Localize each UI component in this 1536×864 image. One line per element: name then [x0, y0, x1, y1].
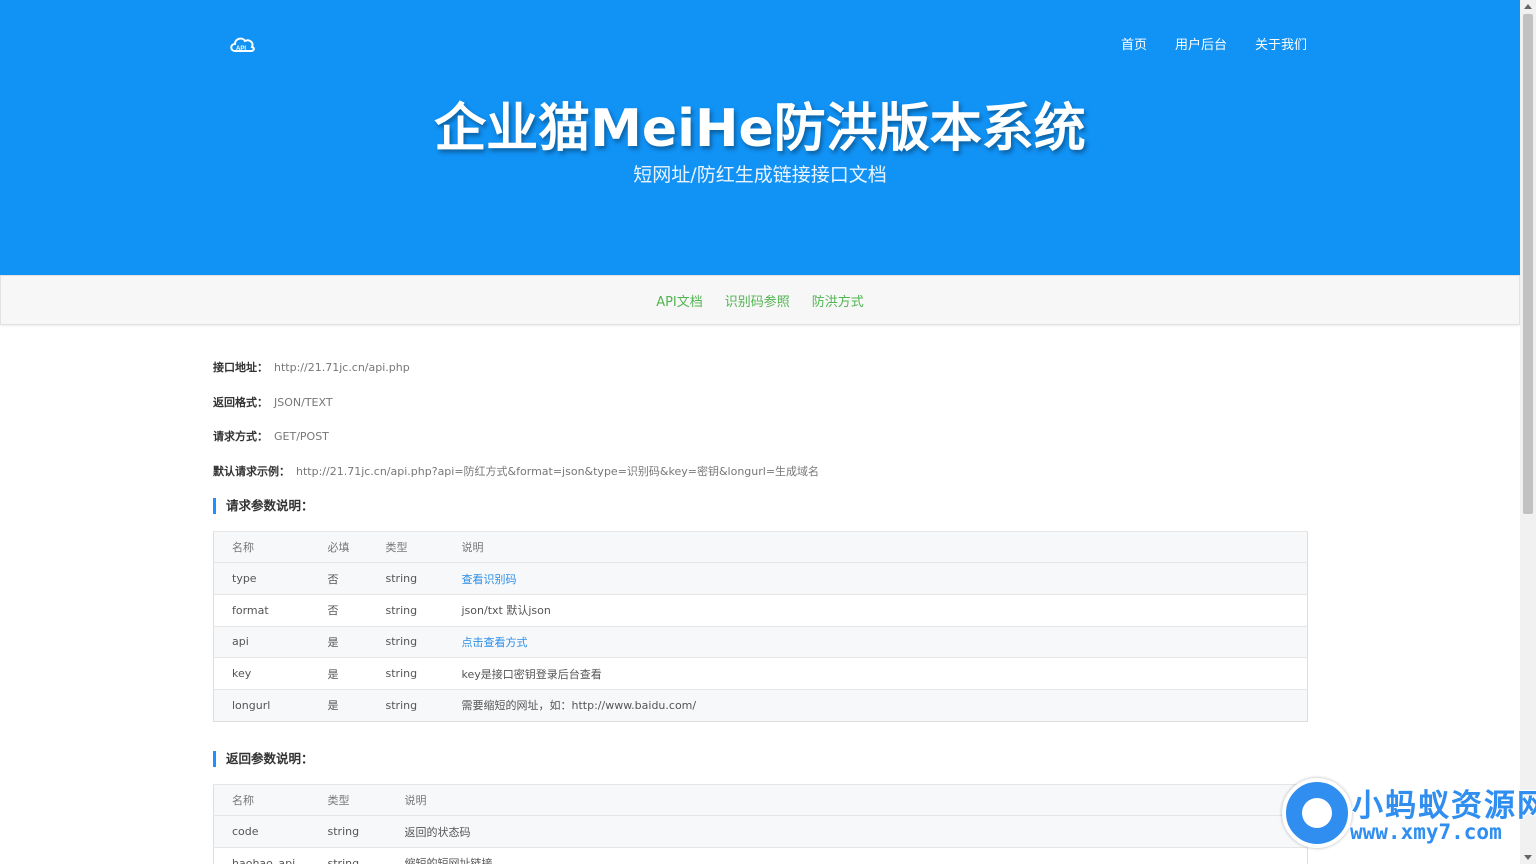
- request-params-table: 名称 必填 类型 说明 type 否 string 查看识别码 format 否…: [213, 530, 1308, 722]
- info-endpoint: 接口地址： http://21.71jc.cn/api.php: [213, 361, 410, 374]
- table-row: api 是 string 点击查看方式: [213, 625, 1308, 658]
- table-row: type 否 string 查看识别码: [213, 562, 1308, 595]
- table-row: code string 返回的状态码: [213, 815, 1308, 848]
- vertical-scrollbar[interactable]: [1520, 0, 1536, 864]
- watermark-logo-icon: [1282, 778, 1352, 848]
- nav-user-dashboard-link[interactable]: 用户后台: [1175, 34, 1227, 53]
- nav-about-link[interactable]: 关于我们: [1255, 34, 1307, 53]
- subnav-api-docs[interactable]: API文档: [656, 291, 703, 310]
- hero-banner: API 首页 用户后台 关于我们 企业猫MeiHe防洪版本系统 短网址/防红生成…: [0, 0, 1520, 275]
- response-params-table: 名称 类型 说明 code string 返回的状态码 haohao_api s…: [213, 783, 1308, 864]
- table-header-row: 名称 类型 说明: [213, 783, 1308, 816]
- top-nav: 首页 用户后台 关于我们: [1121, 34, 1307, 53]
- cloud-api-icon[interactable]: API: [228, 32, 256, 56]
- view-method-link[interactable]: 点击查看方式: [462, 636, 528, 649]
- info-example: 默认请求示例： http://21.71jc.cn/api.php?api=防红方…: [213, 464, 820, 478]
- svg-text:API: API: [236, 46, 246, 52]
- page-title: 企业猫MeiHe防洪版本系统: [434, 99, 1086, 159]
- scroll-thumb[interactable]: [1523, 14, 1533, 514]
- table-row: key 是 string key是接口密钥登录后台查看: [213, 657, 1308, 690]
- api-doc-content: 接口地址： http://21.71jc.cn/api.php 返回格式： JSON…: [213, 360, 1308, 864]
- nav-home-link[interactable]: 首页: [1121, 34, 1147, 53]
- table-row: haohao_api string 缩短的短网址链接: [213, 847, 1308, 864]
- watermark-title: 小蚂蚁资源网: [1352, 788, 1536, 824]
- scroll-up-arrow-icon[interactable]: [1524, 4, 1532, 9]
- info-format: 返回格式： JSON/TEXT: [213, 395, 333, 409]
- subnav-flood-methods[interactable]: 防洪方式: [812, 291, 864, 310]
- subnav-code-reference[interactable]: 识别码参照: [725, 291, 790, 310]
- watermark: 小蚂蚁资源网 www.xmy7.com: [1282, 776, 1536, 862]
- request-params-title: 请求参数说明：: [213, 497, 1308, 514]
- view-code-link[interactable]: 查看识别码: [462, 573, 517, 586]
- page-subtitle: 短网址/防红生成链接接口文档: [633, 164, 887, 186]
- section-nav: API文档 识别码参照 防洪方式: [0, 275, 1520, 325]
- table-header-row: 名称 必填 类型 说明: [213, 530, 1308, 563]
- info-method: 请求方式： GET/POST: [213, 430, 329, 443]
- table-row: longurl 是 string 需要缩短的网址，如：http://www.ba…: [213, 688, 1308, 722]
- watermark-url: www.xmy7.com: [1350, 820, 1502, 844]
- table-row: format 否 string json/txt 默认json: [213, 593, 1308, 627]
- response-params-title: 返回参数说明：: [213, 750, 1308, 767]
